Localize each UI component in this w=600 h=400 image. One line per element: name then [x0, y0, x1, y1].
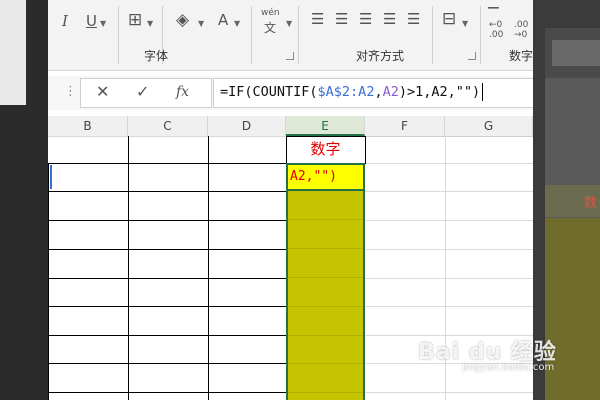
- column-header-g[interactable]: G: [445, 116, 533, 136]
- formula-suffix: ,""): [447, 84, 481, 100]
- column-headers: B C D E F G: [48, 116, 533, 137]
- formula-text[interactable]: =IF(COUNTIF($A$2:A2,A2)>1,A2,""): [220, 83, 484, 101]
- formula-value-a2: A2: [431, 84, 448, 100]
- gridline: [288, 306, 363, 307]
- cell-border: [48, 249, 286, 250]
- alignment-group-label: 对齐方式: [356, 49, 405, 63]
- column-header-f[interactable]: F: [365, 116, 445, 136]
- gridline: [288, 392, 363, 393]
- decimal-decrease-button[interactable]: .00 →0: [514, 20, 528, 40]
- active-cell-text: A2,""): [290, 169, 337, 184]
- fill-color-dropdown-icon[interactable]: ▼: [198, 19, 204, 28]
- font-group-label: 字体: [144, 49, 169, 63]
- ribbon-separator: [251, 6, 252, 64]
- left-ribbon-edge: [0, 0, 26, 105]
- cell-border: [48, 363, 286, 364]
- enter-check-icon[interactable]: ✓: [136, 82, 149, 101]
- gridline: [288, 219, 363, 220]
- underline-button[interactable]: U: [86, 12, 97, 30]
- cell-border: [128, 136, 129, 400]
- name-box-handle-icon[interactable]: ⋮: [64, 84, 77, 99]
- gridline: [365, 220, 533, 221]
- font-color-dropdown-icon[interactable]: ▼: [234, 19, 240, 28]
- align-right-icon[interactable]: ☰: [359, 10, 372, 28]
- indent-decrease-icon[interactable]: ☰: [383, 10, 396, 28]
- column-header-d[interactable]: D: [208, 116, 286, 136]
- right-peek-toolbar-item: [552, 40, 600, 66]
- ribbon-separator: [480, 6, 481, 64]
- cancel-icon[interactable]: ✕: [96, 82, 109, 101]
- insert-function-icon[interactable]: fx: [176, 84, 189, 100]
- gridline: [365, 163, 533, 164]
- gridline: [365, 392, 533, 393]
- gridline: [288, 363, 363, 364]
- ribbon-separator: [432, 6, 433, 64]
- column-header-c[interactable]: C: [128, 116, 208, 136]
- gridline: [288, 277, 363, 278]
- cell-border: [48, 278, 286, 279]
- align-left-icon[interactable]: ☰: [311, 10, 324, 28]
- cell-border: [48, 335, 286, 336]
- gridline: [365, 249, 533, 250]
- formula-separator: ,: [374, 84, 383, 100]
- phonetic-icon[interactable]: 文: [264, 19, 276, 36]
- gridline: [48, 136, 286, 137]
- column-header-e[interactable]: E: [286, 116, 365, 136]
- formula-middle: )>1,: [398, 84, 432, 100]
- cell-border: [48, 163, 49, 400]
- gridline: [365, 191, 533, 192]
- border-icon[interactable]: ⊞: [128, 10, 142, 30]
- gridline: [365, 278, 533, 279]
- merge-center-icon[interactable]: ⊟: [442, 9, 456, 29]
- gridline: [288, 248, 363, 249]
- ribbon: I U ▼ ⊞ ▼ ◈ ▼ A ▼ wén 文 ▼ 字体 ☰ ☰ ☰ ☰ ☰ ⊟…: [48, 0, 533, 71]
- gridline: [288, 335, 363, 336]
- selected-range-fill[interactable]: [286, 191, 365, 400]
- italic-button[interactable]: I: [62, 12, 68, 30]
- cell-border: [365, 136, 366, 163]
- column-header-b[interactable]: B: [48, 116, 128, 136]
- number-format-icon[interactable]: ━━: [488, 4, 499, 14]
- font-color-button[interactable]: A: [218, 11, 228, 29]
- cell-border: [48, 306, 286, 307]
- number-group-label: 数字: [509, 49, 533, 63]
- text-cursor: [482, 83, 484, 101]
- cell-e1[interactable]: 数字: [286, 136, 365, 163]
- cell-border: [48, 220, 286, 221]
- formula-reference-a2: A2: [382, 84, 399, 100]
- align-center-icon[interactable]: ☰: [335, 10, 348, 28]
- underline-dropdown-icon[interactable]: ▼: [100, 19, 106, 28]
- right-peek-label: 数: [584, 196, 598, 211]
- formula-prefix: =IF(COUNTIF(: [220, 84, 318, 100]
- alignment-group-launcher-icon[interactable]: [468, 52, 476, 60]
- merge-dropdown-icon[interactable]: ▼: [462, 19, 468, 28]
- watermark-url: jingyan.baidu.com: [462, 362, 555, 373]
- font-group-launcher-icon[interactable]: [286, 52, 294, 60]
- ribbon-separator: [118, 6, 119, 64]
- cell-border: [48, 191, 286, 192]
- phonetic-dropdown-icon[interactable]: ▼: [286, 19, 292, 28]
- border-dropdown-icon[interactable]: ▼: [147, 19, 153, 28]
- indent-increase-icon[interactable]: ☰: [407, 10, 420, 28]
- ribbon-separator: [298, 6, 299, 64]
- fill-color-icon[interactable]: ◈: [176, 10, 189, 30]
- cell-border: [208, 136, 209, 400]
- phonetic-top-label[interactable]: wén: [261, 8, 280, 18]
- decimal-increase-button[interactable]: ←0 .00: [489, 20, 503, 40]
- cell-border: [48, 392, 286, 393]
- gridline: [365, 306, 533, 307]
- row-selection-marker: [50, 165, 52, 189]
- formula-reference-range: $A$2:A2: [317, 84, 375, 100]
